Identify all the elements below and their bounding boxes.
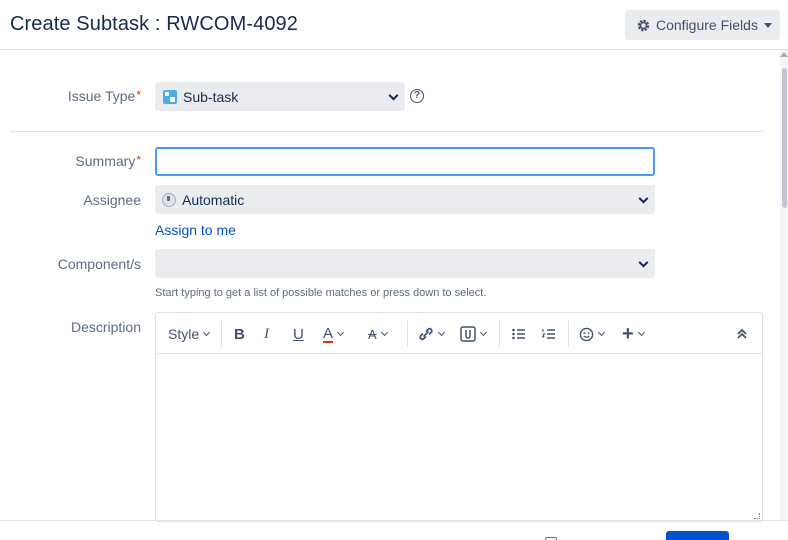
chevron-down-icon: [388, 90, 399, 101]
required-mark: *: [136, 153, 141, 167]
components-hint: Start typing to get a list of possible m…: [155, 287, 487, 299]
description-editor[interactable]: Style B I U A A +: [155, 312, 763, 522]
emoji-icon: [579, 327, 594, 341]
summary-label: Summary*: [0, 153, 141, 169]
issue-type-label: Issue Type*: [0, 88, 141, 104]
more-formatting-icon: A: [368, 326, 377, 342]
text-color-icon: A: [323, 324, 334, 343]
editor-toolbar: Style B I U A A +: [156, 313, 762, 354]
description-label: Description: [70, 319, 141, 335]
summary-label-text: Summary: [75, 153, 136, 169]
resize-handle[interactable]: [754, 513, 760, 519]
link-button[interactable]: [418, 325, 446, 343]
chevron-down-icon: [638, 193, 649, 204]
summary-input[interactable]: [155, 147, 655, 176]
assignee-select[interactable]: Automatic: [155, 185, 655, 214]
assignee-label: Assignee: [83, 192, 141, 208]
emoji-button[interactable]: [579, 325, 606, 343]
chevron-down-icon: [597, 328, 606, 337]
issue-type-value: Sub-task: [183, 88, 239, 105]
attachment-icon: [460, 326, 476, 342]
scroll-up-arrow-icon[interactable]: [780, 52, 788, 57]
footer-divider: [0, 520, 788, 521]
toolbar-separator: [407, 321, 408, 347]
bold-button[interactable]: B: [234, 325, 245, 343]
chevron-down-icon: [380, 328, 388, 337]
collapse-toolbar-button[interactable]: [736, 325, 748, 343]
numbered-list-icon: [542, 329, 555, 339]
issue-type-select[interactable]: Sub-task: [155, 82, 405, 111]
chevron-down-icon: [336, 328, 345, 337]
numbered-list-button[interactable]: [542, 325, 556, 343]
issue-type-label-text: Issue Type: [67, 88, 136, 104]
double-chevron-up-icon: [737, 328, 747, 339]
italic-button[interactable]: I: [264, 325, 269, 343]
components-select[interactable]: [155, 249, 655, 278]
more-formatting-button[interactable]: A: [368, 325, 388, 343]
bullet-list-icon: [512, 328, 525, 340]
create-button[interactable]: [666, 531, 729, 540]
chevron-down-icon: [638, 257, 649, 268]
scrollbar-thumb[interactable]: [782, 68, 787, 208]
help-icon[interactable]: ?: [410, 89, 424, 103]
dialog-header: Create Subtask : RWCOM-4092 Configure Fi…: [0, 0, 788, 50]
assign-to-me-link[interactable]: Assign to me: [155, 222, 236, 238]
toolbar-separator: [499, 321, 500, 347]
components-label: Component/s: [57, 256, 141, 272]
link-icon: [419, 327, 433, 341]
divider: [10, 131, 763, 132]
configure-fields-button[interactable]: Configure Fields: [625, 10, 780, 40]
subtask-icon: [163, 89, 177, 104]
insert-more-button[interactable]: +: [622, 322, 645, 345]
automatic-user-icon: [162, 192, 176, 207]
dialog-title: Create Subtask : RWCOM-4092: [10, 13, 298, 35]
chevron-down-icon: [637, 328, 645, 337]
plus-icon: +: [622, 322, 634, 345]
configure-fields-label: Configure Fields: [656, 17, 758, 33]
assignee-value: Automatic: [182, 191, 245, 208]
required-mark: *: [136, 88, 141, 102]
underline-button[interactable]: U: [293, 325, 304, 343]
chevron-down-icon: [203, 328, 211, 337]
attachment-button[interactable]: [460, 325, 488, 343]
style-dropdown[interactable]: Style: [168, 325, 211, 343]
toolbar-separator: [568, 321, 569, 347]
chevron-down-icon: [479, 328, 488, 337]
gear-icon: [637, 19, 650, 31]
toolbar-separator: [221, 321, 222, 347]
caret-down-icon: [763, 22, 772, 28]
text-color-button[interactable]: A: [323, 324, 345, 343]
chevron-down-icon: [437, 328, 446, 337]
bullet-list-button[interactable]: [512, 325, 526, 343]
style-label: Style: [168, 326, 200, 342]
